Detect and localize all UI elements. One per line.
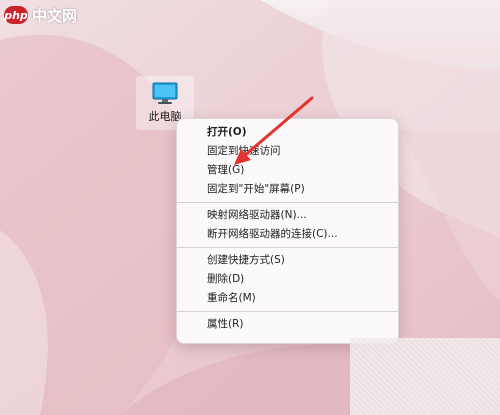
menu-item[interactable]: 删除(D): [177, 270, 398, 289]
menu-item[interactable]: 管理(G): [177, 161, 398, 180]
menu-item[interactable]: 属性(R): [177, 315, 398, 334]
watermark-logo: php 中文网: [4, 3, 77, 27]
menu-separator: [177, 311, 398, 312]
watermark-text: 中文网: [32, 6, 78, 25]
menu-separator: [177, 247, 398, 248]
menu-item[interactable]: 断开网络驱动器的连接(C)...: [177, 225, 398, 244]
censored-region: [350, 338, 500, 415]
menu-item[interactable]: 固定到快速访问: [177, 142, 398, 161]
menu-item[interactable]: 创建快捷方式(S): [177, 251, 398, 270]
menu-item[interactable]: 固定到"开始"屏幕(P): [177, 180, 398, 199]
menu-item[interactable]: 映射网络驱动器(N)...: [177, 206, 398, 225]
context-menu: 打开(O) 固定到快速访问 管理(G) 固定到"开始"屏幕(P) 映射网络驱动器(N).…: [176, 118, 399, 344]
computer-monitor-icon: [152, 82, 178, 104]
menu-item[interactable]: 打开(O): [177, 123, 398, 142]
php-logo-badge: php: [4, 6, 28, 24]
menu-separator: [177, 202, 398, 203]
menu-item[interactable]: 重命名(M): [177, 289, 398, 308]
